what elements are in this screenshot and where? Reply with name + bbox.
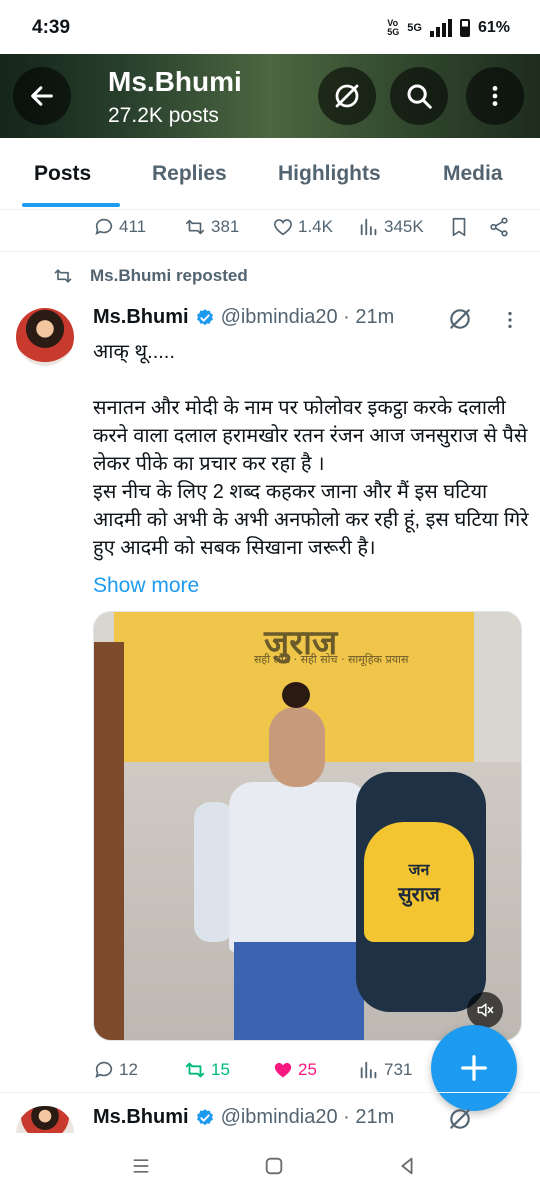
views-button[interactable]: 731: [358, 1059, 412, 1081]
system-nav-bar: [0, 1133, 540, 1199]
author-handle-time: @ibmindia20 · 21m: [220, 306, 395, 328]
bookmark-button[interactable]: [448, 216, 470, 238]
heart-icon: [273, 219, 293, 236]
reply-icon: [95, 1061, 113, 1078]
more-options-icon[interactable]: [502, 309, 518, 331]
next-tweet-header: Ms.Bhumi @ibmindia20 · 21m: [93, 1106, 394, 1129]
arrow-left-icon: [31, 86, 53, 106]
active-tab-indicator: [22, 203, 120, 207]
grok-icon[interactable]: [447, 1106, 473, 1132]
search-button[interactable]: [390, 67, 448, 125]
home-icon: [265, 1157, 283, 1175]
backpack-logo-panel: जन सुराज: [364, 822, 474, 942]
author-name[interactable]: Ms.Bhumi: [93, 306, 189, 329]
tab-posts[interactable]: Posts: [34, 162, 91, 186]
repost-button[interactable]: 15: [183, 1059, 230, 1081]
repost-button[interactable]: 381: [183, 216, 239, 238]
back-nav-button[interactable]: [392, 1153, 422, 1179]
plus-icon: [461, 1055, 487, 1081]
repost-count: 15: [211, 1060, 230, 1079]
network-type: 5G: [407, 21, 422, 34]
person-hair-bun: [282, 682, 310, 708]
bookmark-icon: [452, 217, 466, 237]
person-arm: [194, 802, 234, 942]
repost-icon: [54, 269, 72, 283]
battery-icon: [459, 19, 470, 37]
person-head: [269, 707, 325, 787]
back-triangle-icon: [401, 1157, 413, 1175]
like-count: 25: [298, 1060, 317, 1079]
repost-icon: [185, 219, 205, 235]
repost-label: Ms.Bhumi reposted: [90, 266, 248, 285]
author-name[interactable]: Ms.Bhumi: [93, 1106, 189, 1129]
grok-icon[interactable]: [447, 306, 473, 332]
reply-button[interactable]: 12: [93, 1059, 138, 1081]
verified-badge-icon: [196, 308, 213, 325]
view-count: 731: [384, 1060, 413, 1079]
compose-button[interactable]: [431, 1025, 517, 1111]
status-bar: 4:39 Vo 5G 5G 61%: [0, 0, 540, 56]
heart-filled-icon: [274, 1062, 292, 1078]
views-icon: [360, 218, 377, 236]
share-button[interactable]: [488, 216, 510, 238]
views-icon: [360, 1061, 377, 1079]
reply-count: 411: [119, 217, 147, 236]
status-indicators: Vo 5G 5G 61%: [387, 19, 510, 37]
like-button[interactable]: 25: [272, 1059, 317, 1081]
repost-count: 381: [211, 217, 240, 236]
recent-apps-button[interactable]: [126, 1153, 156, 1179]
tweet-text: आक् थू..... सनातन और मोदी के नाम पर फोलो…: [93, 341, 529, 559]
volte-indicator: Vo 5G: [387, 19, 399, 37]
tab-replies[interactable]: Replies: [152, 162, 227, 186]
post-count: 27.2K posts: [108, 104, 219, 127]
author-handle-time: @ibmindia20 · 21m: [220, 1106, 395, 1128]
bag-text-line1: जन: [408, 859, 430, 879]
view-count: 345K: [384, 217, 424, 236]
tweet-media-video[interactable]: जुराज सही लोग · सही सोच · सामूहिक प्रयास…: [93, 611, 522, 1041]
repost-icon: [185, 1062, 205, 1078]
reply-count: 12: [119, 1060, 138, 1079]
banner-subtext: सही लोग · सही सोच · सामूहिक प्रयास: [254, 653, 409, 666]
person-shirt: [229, 782, 369, 952]
grok-button[interactable]: [318, 67, 376, 125]
person-pants: [234, 942, 364, 1040]
like-count: 1.4K: [298, 217, 333, 236]
home-button[interactable]: [259, 1153, 289, 1179]
header-title: Ms.Bhumi 27.2K posts: [108, 66, 242, 128]
door: [94, 642, 124, 1040]
battery-percent: 61%: [477, 19, 510, 36]
profile-name: Ms.Bhumi: [108, 66, 242, 97]
speaker-muted-icon: [477, 1003, 494, 1017]
tab-highlights[interactable]: Highlights: [278, 162, 381, 186]
profile-header: Ms.Bhumi 27.2K posts: [0, 54, 540, 138]
reply-button[interactable]: 411: [93, 216, 146, 238]
search-icon: [407, 84, 432, 109]
recent-apps-icon: [133, 1159, 149, 1173]
share-icon: [490, 217, 508, 237]
grok-icon: [335, 84, 359, 108]
tweet-divider: [0, 1092, 540, 1093]
prev-tweet-actions: 411 381 1.4K 345K: [0, 210, 540, 252]
show-more-link[interactable]: Show more: [93, 574, 199, 598]
status-time: 4:39: [32, 17, 71, 38]
repost-indicator: Ms.Bhumi reposted: [52, 266, 248, 286]
more-vertical-icon: [492, 86, 498, 106]
tab-media[interactable]: Media: [443, 162, 503, 186]
bag-text-line2: सुराज: [398, 881, 440, 906]
avatar[interactable]: [16, 1106, 74, 1134]
avatar[interactable]: [16, 308, 74, 366]
more-options-button[interactable]: [466, 67, 524, 125]
signal-icon: [429, 19, 452, 37]
back-button[interactable]: [13, 67, 71, 125]
reply-icon: [95, 218, 113, 235]
verified-badge-icon: [196, 1108, 213, 1125]
views-button[interactable]: 345K: [358, 216, 424, 238]
volte-bottom-label: 5G: [387, 27, 400, 37]
tweet-header: Ms.Bhumi @ibmindia20 · 21m: [93, 306, 394, 329]
profile-tabs: Posts Replies Highlights Media: [0, 138, 540, 210]
mute-button[interactable]: [467, 992, 503, 1028]
like-button[interactable]: 1.4K: [272, 216, 333, 238]
